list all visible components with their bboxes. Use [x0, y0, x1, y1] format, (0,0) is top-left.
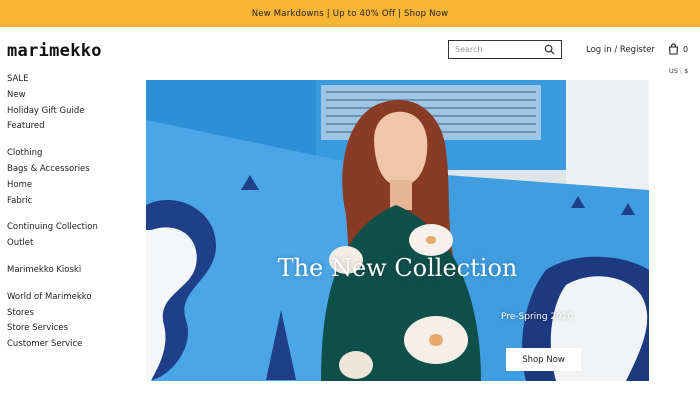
- nav-group-about: World of Marimekko Stores Store Services…: [7, 290, 127, 353]
- nav-item-world-of-marimekko[interactable]: World of Marimekko: [7, 290, 127, 306]
- nav-item-store-services[interactable]: Store Services: [7, 321, 127, 337]
- locale-country[interactable]: US: [669, 67, 678, 75]
- hero-subtitle: Pre-Spring 2020: [501, 312, 574, 322]
- shopping-bag-button[interactable]: 0: [668, 43, 688, 55]
- nav-item-clothing[interactable]: Clothing: [7, 146, 127, 162]
- nav-item-marimekko-kioski[interactable]: Marimekko Kioski: [7, 263, 127, 279]
- hero-image[interactable]: [146, 80, 649, 381]
- search-input[interactable]: [455, 42, 543, 57]
- search-icon[interactable]: [544, 44, 555, 55]
- nav-item-new[interactable]: New: [7, 88, 127, 104]
- account-links: Log in / Register: [586, 45, 655, 55]
- nav-group-kioski: Marimekko Kioski: [7, 263, 127, 279]
- nav-item-outlet[interactable]: Outlet: [7, 236, 127, 252]
- nav-item-home[interactable]: Home: [7, 178, 127, 194]
- promo-banner[interactable]: New Markdowns | Up to 40% Off | Shop Now: [0, 0, 700, 27]
- promo-banner-text[interactable]: New Markdowns | Up to 40% Off | Shop Now: [252, 9, 449, 19]
- nav-item-holiday-gift-guide[interactable]: Holiday Gift Guide: [7, 104, 127, 120]
- nav-item-fabric[interactable]: Fabric: [7, 194, 127, 210]
- nav-item-customer-service[interactable]: Customer Service: [7, 337, 127, 353]
- nav-item-bags-accessories[interactable]: Bags & Accessories: [7, 162, 127, 178]
- brand-logo[interactable]: marimekko: [7, 41, 102, 61]
- account-separator: /: [614, 45, 618, 55]
- nav-group-collections: Continuing Collection Outlet: [7, 220, 127, 252]
- login-link[interactable]: Log in: [586, 45, 612, 55]
- nav-item-featured[interactable]: Featured: [7, 119, 127, 135]
- search-box[interactable]: [448, 40, 562, 59]
- hero-banner[interactable]: The New Collection Pre-Spring 2020 Shop …: [146, 80, 649, 381]
- locale-currency[interactable]: $: [684, 67, 688, 75]
- register-link[interactable]: Register: [620, 45, 655, 55]
- shop-now-button[interactable]: Shop Now: [506, 348, 581, 371]
- nav-group-products: Clothing Bags & Accessories Home Fabric: [7, 146, 127, 209]
- shopping-bag-icon[interactable]: [668, 43, 679, 55]
- bag-count: 0: [683, 44, 689, 54]
- locale-selector[interactable]: US | $: [669, 67, 688, 75]
- locale-separator: |: [679, 67, 683, 75]
- nav-group-featured: SALE New Holiday Gift Guide Featured: [7, 72, 127, 135]
- sidebar-nav: SALE New Holiday Gift Guide Featured Clo…: [7, 72, 127, 364]
- nav-item-stores[interactable]: Stores: [7, 306, 127, 322]
- nav-item-sale[interactable]: SALE: [7, 72, 127, 88]
- hero-title: The New Collection: [277, 254, 518, 282]
- nav-item-continuing-collection[interactable]: Continuing Collection: [7, 220, 127, 236]
